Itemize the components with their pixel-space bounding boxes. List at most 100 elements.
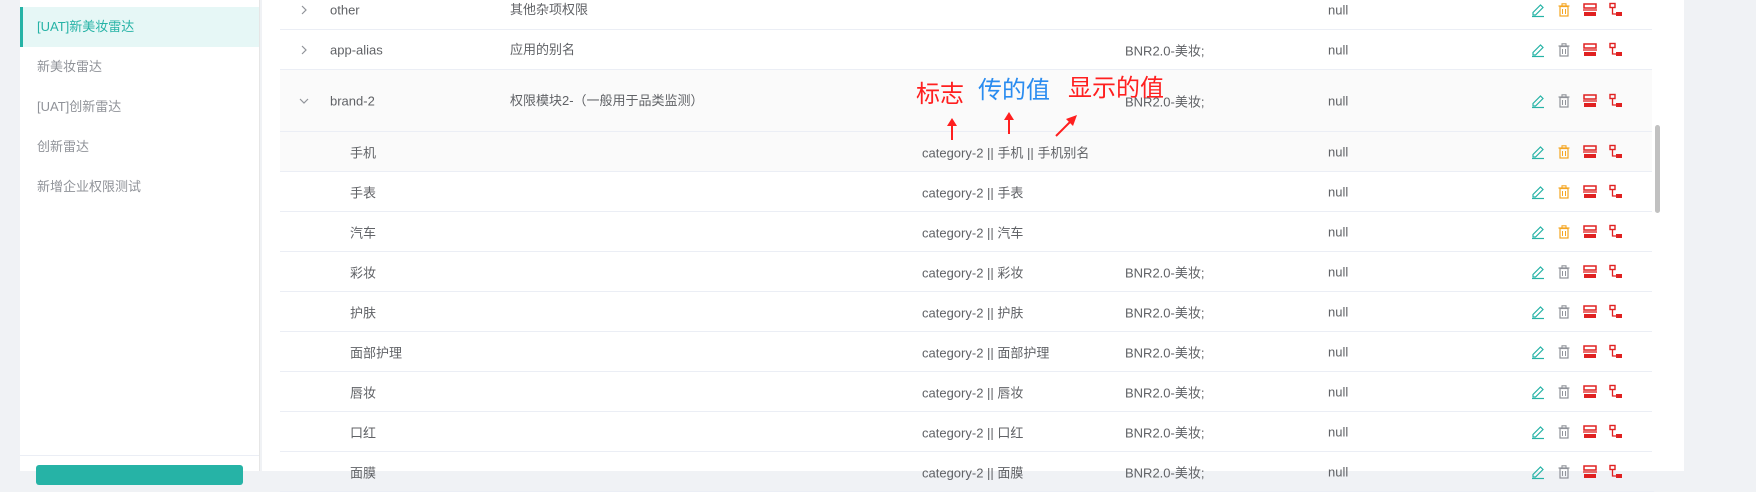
table-row[interactable]: 彩妆 category-2 || 彩妆 BNR2.0-美妆; null <box>280 252 1654 292</box>
table-row[interactable]: other 其他杂项权限 null <box>280 0 1654 30</box>
delete-icon[interactable] <box>1556 93 1572 109</box>
annotation-arrow-display-value <box>1055 115 1077 137</box>
row-actions <box>1530 264 1640 280</box>
chevron-right-icon[interactable] <box>298 4 310 16</box>
chevron-right-icon[interactable] <box>298 44 310 56</box>
row-value: category-2 || 口红 <box>922 425 1024 440</box>
row-null: null <box>1328 93 1349 108</box>
row-description: 应用的别名 <box>510 41 576 57</box>
row-name: 唇妆 <box>350 385 377 400</box>
delete-icon[interactable] <box>1556 2 1572 18</box>
row-category: BNR2.0-美妆; <box>1125 465 1205 480</box>
add-sibling-icon[interactable] <box>1582 42 1598 58</box>
edit-icon[interactable] <box>1530 464 1546 480</box>
edit-icon[interactable] <box>1530 144 1546 160</box>
delete-icon[interactable] <box>1556 264 1572 280</box>
row-null: null <box>1328 2 1349 17</box>
sidebar-item-uat-new-beauty-radar[interactable]: [UAT]新美妆雷达 <box>20 7 259 47</box>
row-actions <box>1530 2 1640 18</box>
delete-icon[interactable] <box>1556 344 1572 360</box>
add-sibling-icon[interactable] <box>1582 264 1598 280</box>
delete-icon[interactable] <box>1556 464 1572 480</box>
add-sibling-icon[interactable] <box>1582 224 1598 240</box>
edit-icon[interactable] <box>1530 224 1546 240</box>
delete-icon[interactable] <box>1556 42 1572 58</box>
sidebar-item-enterprise-permission-test[interactable]: 新增企业权限测试 <box>20 167 259 207</box>
table-row[interactable]: 护肤 category-2 || 护肤 BNR2.0-美妆; null <box>280 292 1654 332</box>
row-name: 汽车 <box>350 225 377 240</box>
add-child-icon[interactable] <box>1608 464 1624 480</box>
row-null: null <box>1328 384 1349 399</box>
row-category: BNR2.0-美妆; <box>1125 385 1205 400</box>
add-child-icon[interactable] <box>1608 424 1624 440</box>
delete-icon[interactable] <box>1556 384 1572 400</box>
delete-icon[interactable] <box>1556 424 1572 440</box>
row-description: 其他杂项权限 <box>510 1 589 17</box>
add-child-icon[interactable] <box>1608 2 1624 18</box>
edit-icon[interactable] <box>1530 42 1546 58</box>
add-child-icon[interactable] <box>1608 344 1624 360</box>
row-null: null <box>1328 144 1349 159</box>
edit-icon[interactable] <box>1530 184 1546 200</box>
annotation-arrow-flag <box>947 118 957 140</box>
add-child-icon[interactable] <box>1608 384 1624 400</box>
table-row[interactable]: 唇妆 category-2 || 唇妆 BNR2.0-美妆; null <box>280 372 1654 412</box>
add-sibling-icon[interactable] <box>1582 464 1598 480</box>
sidebar-item-innovation-radar[interactable]: 创新雷达 <box>20 127 259 167</box>
delete-icon[interactable] <box>1556 144 1572 160</box>
row-null: null <box>1328 344 1349 359</box>
row-null: null <box>1328 464 1349 479</box>
edit-icon[interactable] <box>1530 304 1546 320</box>
add-child-icon[interactable] <box>1608 304 1624 320</box>
edit-icon[interactable] <box>1530 2 1546 18</box>
table-row[interactable]: 手机 category-2 || 手机 || 手机别名 null <box>280 132 1654 172</box>
add-child-icon[interactable] <box>1608 224 1624 240</box>
add-sibling-icon[interactable] <box>1582 184 1598 200</box>
table-row[interactable]: brand-2 权限模块2-（一般用于品类监测） BNR2.0-美妆; null <box>280 70 1654 132</box>
row-name: 手表 <box>350 185 377 200</box>
chevron-down-icon[interactable] <box>298 95 310 107</box>
delete-icon[interactable] <box>1556 184 1572 200</box>
add-sibling-icon[interactable] <box>1582 304 1598 320</box>
sidebar-item-uat-innovation-radar[interactable]: [UAT]创新雷达 <box>20 87 259 127</box>
sidebar-item-new-beauty-radar[interactable]: 新美妆雷达 <box>20 47 259 87</box>
delete-icon[interactable] <box>1556 304 1572 320</box>
edit-icon[interactable] <box>1530 344 1546 360</box>
scrollbar-track[interactable] <box>1652 0 1660 471</box>
table-row[interactable]: 面部护理 category-2 || 面部护理 BNR2.0-美妆; null <box>280 332 1654 372</box>
edit-icon[interactable] <box>1530 384 1546 400</box>
table-row[interactable]: 面膜 category-2 || 面膜 BNR2.0-美妆; null <box>280 452 1654 492</box>
annotation-arrow-passed-value <box>1004 112 1014 134</box>
add-child-icon[interactable] <box>1608 184 1624 200</box>
table-row[interactable]: app-alias 应用的别名 BNR2.0-美妆; null <box>280 30 1654 70</box>
add-sibling-icon[interactable] <box>1582 384 1598 400</box>
row-value: category-2 || 唇妆 <box>922 385 1024 400</box>
table-row[interactable]: 手表 category-2 || 手表 null <box>280 172 1654 212</box>
add-child-icon[interactable] <box>1608 264 1624 280</box>
row-category: BNR2.0-美妆; <box>1125 43 1205 58</box>
row-null: null <box>1328 224 1349 239</box>
row-value: category-2 || 面部护理 <box>922 345 1050 360</box>
row-null: null <box>1328 264 1349 279</box>
row-actions <box>1530 304 1640 320</box>
row-value: category-2 || 彩妆 <box>922 265 1024 280</box>
add-child-icon[interactable] <box>1608 42 1624 58</box>
add-sibling-icon[interactable] <box>1582 344 1598 360</box>
sidebar-bottom-button[interactable] <box>36 465 243 485</box>
add-child-icon[interactable] <box>1608 93 1624 109</box>
delete-icon[interactable] <box>1556 224 1572 240</box>
scrollbar-thumb[interactable] <box>1655 125 1660 213</box>
add-sibling-icon[interactable] <box>1582 93 1598 109</box>
add-sibling-icon[interactable] <box>1582 2 1598 18</box>
table-row[interactable]: 汽车 category-2 || 汽车 null <box>280 212 1654 252</box>
add-sibling-icon[interactable] <box>1582 144 1598 160</box>
edit-icon[interactable] <box>1530 264 1546 280</box>
row-name: 护肤 <box>350 305 377 320</box>
table-row[interactable]: 口红 category-2 || 口红 BNR2.0-美妆; null <box>280 412 1654 452</box>
add-child-icon[interactable] <box>1608 144 1624 160</box>
add-sibling-icon[interactable] <box>1582 424 1598 440</box>
row-null: null <box>1328 184 1349 199</box>
edit-icon[interactable] <box>1530 93 1546 109</box>
edit-icon[interactable] <box>1530 424 1546 440</box>
row-null: null <box>1328 424 1349 439</box>
